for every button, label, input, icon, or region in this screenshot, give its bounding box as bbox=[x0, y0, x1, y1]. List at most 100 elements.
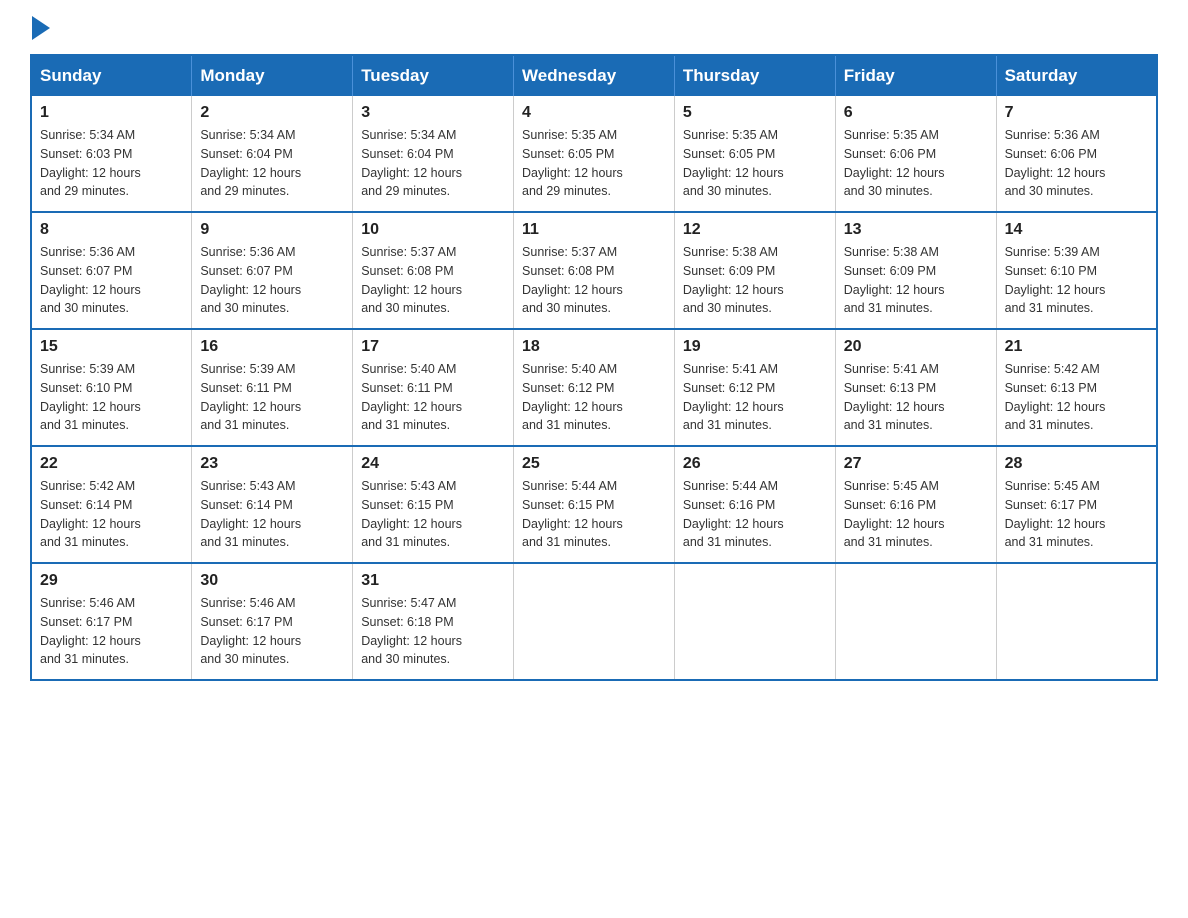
page-header bbox=[30, 20, 1158, 34]
calendar-header-row: SundayMondayTuesdayWednesdayThursdayFrid… bbox=[31, 55, 1157, 96]
calendar-cell bbox=[835, 563, 996, 680]
calendar-cell: 30 Sunrise: 5:46 AMSunset: 6:17 PMDaylig… bbox=[192, 563, 353, 680]
calendar-cell: 26 Sunrise: 5:44 AMSunset: 6:16 PMDaylig… bbox=[674, 446, 835, 563]
logo-arrow-icon bbox=[32, 16, 50, 40]
day-info: Sunrise: 5:42 AMSunset: 6:13 PMDaylight:… bbox=[1005, 360, 1148, 435]
day-info: Sunrise: 5:45 AMSunset: 6:17 PMDaylight:… bbox=[1005, 477, 1148, 552]
calendar-week-row: 15 Sunrise: 5:39 AMSunset: 6:10 PMDaylig… bbox=[31, 329, 1157, 446]
day-number: 11 bbox=[522, 221, 666, 239]
day-info: Sunrise: 5:35 AMSunset: 6:05 PMDaylight:… bbox=[522, 126, 666, 201]
calendar-cell: 31 Sunrise: 5:47 AMSunset: 6:18 PMDaylig… bbox=[353, 563, 514, 680]
calendar-cell: 1 Sunrise: 5:34 AMSunset: 6:03 PMDayligh… bbox=[31, 96, 192, 212]
day-number: 4 bbox=[522, 104, 666, 122]
calendar-cell: 16 Sunrise: 5:39 AMSunset: 6:11 PMDaylig… bbox=[192, 329, 353, 446]
day-number: 15 bbox=[40, 338, 183, 356]
day-number: 26 bbox=[683, 455, 827, 473]
calendar-cell: 4 Sunrise: 5:35 AMSunset: 6:05 PMDayligh… bbox=[514, 96, 675, 212]
day-number: 1 bbox=[40, 104, 183, 122]
calendar-cell: 19 Sunrise: 5:41 AMSunset: 6:12 PMDaylig… bbox=[674, 329, 835, 446]
calendar-cell: 9 Sunrise: 5:36 AMSunset: 6:07 PMDayligh… bbox=[192, 212, 353, 329]
day-info: Sunrise: 5:36 AMSunset: 6:06 PMDaylight:… bbox=[1005, 126, 1148, 201]
day-number: 25 bbox=[522, 455, 666, 473]
calendar-cell: 24 Sunrise: 5:43 AMSunset: 6:15 PMDaylig… bbox=[353, 446, 514, 563]
day-info: Sunrise: 5:34 AMSunset: 6:04 PMDaylight:… bbox=[200, 126, 344, 201]
day-info: Sunrise: 5:41 AMSunset: 6:12 PMDaylight:… bbox=[683, 360, 827, 435]
day-number: 18 bbox=[522, 338, 666, 356]
day-info: Sunrise: 5:42 AMSunset: 6:14 PMDaylight:… bbox=[40, 477, 183, 552]
day-info: Sunrise: 5:45 AMSunset: 6:16 PMDaylight:… bbox=[844, 477, 988, 552]
calendar-week-row: 22 Sunrise: 5:42 AMSunset: 6:14 PMDaylig… bbox=[31, 446, 1157, 563]
calendar-cell: 18 Sunrise: 5:40 AMSunset: 6:12 PMDaylig… bbox=[514, 329, 675, 446]
day-number: 16 bbox=[200, 338, 344, 356]
day-number: 23 bbox=[200, 455, 344, 473]
day-info: Sunrise: 5:37 AMSunset: 6:08 PMDaylight:… bbox=[361, 243, 505, 318]
calendar-cell: 7 Sunrise: 5:36 AMSunset: 6:06 PMDayligh… bbox=[996, 96, 1157, 212]
day-info: Sunrise: 5:40 AMSunset: 6:11 PMDaylight:… bbox=[361, 360, 505, 435]
day-number: 3 bbox=[361, 104, 505, 122]
calendar-cell: 23 Sunrise: 5:43 AMSunset: 6:14 PMDaylig… bbox=[192, 446, 353, 563]
column-header-friday: Friday bbox=[835, 55, 996, 96]
calendar-cell: 29 Sunrise: 5:46 AMSunset: 6:17 PMDaylig… bbox=[31, 563, 192, 680]
day-info: Sunrise: 5:38 AMSunset: 6:09 PMDaylight:… bbox=[683, 243, 827, 318]
day-number: 19 bbox=[683, 338, 827, 356]
calendar-cell: 20 Sunrise: 5:41 AMSunset: 6:13 PMDaylig… bbox=[835, 329, 996, 446]
day-info: Sunrise: 5:37 AMSunset: 6:08 PMDaylight:… bbox=[522, 243, 666, 318]
calendar-cell bbox=[674, 563, 835, 680]
column-header-monday: Monday bbox=[192, 55, 353, 96]
day-number: 5 bbox=[683, 104, 827, 122]
column-header-saturday: Saturday bbox=[996, 55, 1157, 96]
day-number: 28 bbox=[1005, 455, 1148, 473]
day-info: Sunrise: 5:36 AMSunset: 6:07 PMDaylight:… bbox=[200, 243, 344, 318]
day-info: Sunrise: 5:39 AMSunset: 6:10 PMDaylight:… bbox=[40, 360, 183, 435]
day-number: 30 bbox=[200, 572, 344, 590]
calendar-cell: 21 Sunrise: 5:42 AMSunset: 6:13 PMDaylig… bbox=[996, 329, 1157, 446]
day-number: 6 bbox=[844, 104, 988, 122]
day-info: Sunrise: 5:40 AMSunset: 6:12 PMDaylight:… bbox=[522, 360, 666, 435]
day-info: Sunrise: 5:44 AMSunset: 6:15 PMDaylight:… bbox=[522, 477, 666, 552]
calendar-cell: 22 Sunrise: 5:42 AMSunset: 6:14 PMDaylig… bbox=[31, 446, 192, 563]
calendar-cell: 14 Sunrise: 5:39 AMSunset: 6:10 PMDaylig… bbox=[996, 212, 1157, 329]
column-header-thursday: Thursday bbox=[674, 55, 835, 96]
day-number: 20 bbox=[844, 338, 988, 356]
day-info: Sunrise: 5:39 AMSunset: 6:10 PMDaylight:… bbox=[1005, 243, 1148, 318]
day-number: 12 bbox=[683, 221, 827, 239]
column-header-sunday: Sunday bbox=[31, 55, 192, 96]
day-info: Sunrise: 5:41 AMSunset: 6:13 PMDaylight:… bbox=[844, 360, 988, 435]
day-info: Sunrise: 5:39 AMSunset: 6:11 PMDaylight:… bbox=[200, 360, 344, 435]
day-number: 10 bbox=[361, 221, 505, 239]
calendar-cell: 15 Sunrise: 5:39 AMSunset: 6:10 PMDaylig… bbox=[31, 329, 192, 446]
day-number: 9 bbox=[200, 221, 344, 239]
calendar-week-row: 8 Sunrise: 5:36 AMSunset: 6:07 PMDayligh… bbox=[31, 212, 1157, 329]
day-number: 31 bbox=[361, 572, 505, 590]
day-number: 7 bbox=[1005, 104, 1148, 122]
day-info: Sunrise: 5:38 AMSunset: 6:09 PMDaylight:… bbox=[844, 243, 988, 318]
calendar-cell bbox=[514, 563, 675, 680]
day-number: 27 bbox=[844, 455, 988, 473]
day-number: 2 bbox=[200, 104, 344, 122]
day-info: Sunrise: 5:43 AMSunset: 6:14 PMDaylight:… bbox=[200, 477, 344, 552]
calendar-table: SundayMondayTuesdayWednesdayThursdayFrid… bbox=[30, 54, 1158, 681]
day-info: Sunrise: 5:36 AMSunset: 6:07 PMDaylight:… bbox=[40, 243, 183, 318]
calendar-cell: 25 Sunrise: 5:44 AMSunset: 6:15 PMDaylig… bbox=[514, 446, 675, 563]
day-info: Sunrise: 5:46 AMSunset: 6:17 PMDaylight:… bbox=[200, 594, 344, 669]
day-number: 22 bbox=[40, 455, 183, 473]
day-info: Sunrise: 5:47 AMSunset: 6:18 PMDaylight:… bbox=[361, 594, 505, 669]
column-header-wednesday: Wednesday bbox=[514, 55, 675, 96]
calendar-cell: 8 Sunrise: 5:36 AMSunset: 6:07 PMDayligh… bbox=[31, 212, 192, 329]
day-info: Sunrise: 5:35 AMSunset: 6:05 PMDaylight:… bbox=[683, 126, 827, 201]
calendar-cell: 2 Sunrise: 5:34 AMSunset: 6:04 PMDayligh… bbox=[192, 96, 353, 212]
day-info: Sunrise: 5:44 AMSunset: 6:16 PMDaylight:… bbox=[683, 477, 827, 552]
day-number: 17 bbox=[361, 338, 505, 356]
calendar-week-row: 1 Sunrise: 5:34 AMSunset: 6:03 PMDayligh… bbox=[31, 96, 1157, 212]
calendar-cell: 3 Sunrise: 5:34 AMSunset: 6:04 PMDayligh… bbox=[353, 96, 514, 212]
calendar-cell: 5 Sunrise: 5:35 AMSunset: 6:05 PMDayligh… bbox=[674, 96, 835, 212]
calendar-cell: 28 Sunrise: 5:45 AMSunset: 6:17 PMDaylig… bbox=[996, 446, 1157, 563]
day-info: Sunrise: 5:46 AMSunset: 6:17 PMDaylight:… bbox=[40, 594, 183, 669]
calendar-cell bbox=[996, 563, 1157, 680]
calendar-cell: 17 Sunrise: 5:40 AMSunset: 6:11 PMDaylig… bbox=[353, 329, 514, 446]
day-info: Sunrise: 5:34 AMSunset: 6:03 PMDaylight:… bbox=[40, 126, 183, 201]
day-number: 24 bbox=[361, 455, 505, 473]
column-header-tuesday: Tuesday bbox=[353, 55, 514, 96]
logo bbox=[30, 20, 50, 34]
day-number: 14 bbox=[1005, 221, 1148, 239]
